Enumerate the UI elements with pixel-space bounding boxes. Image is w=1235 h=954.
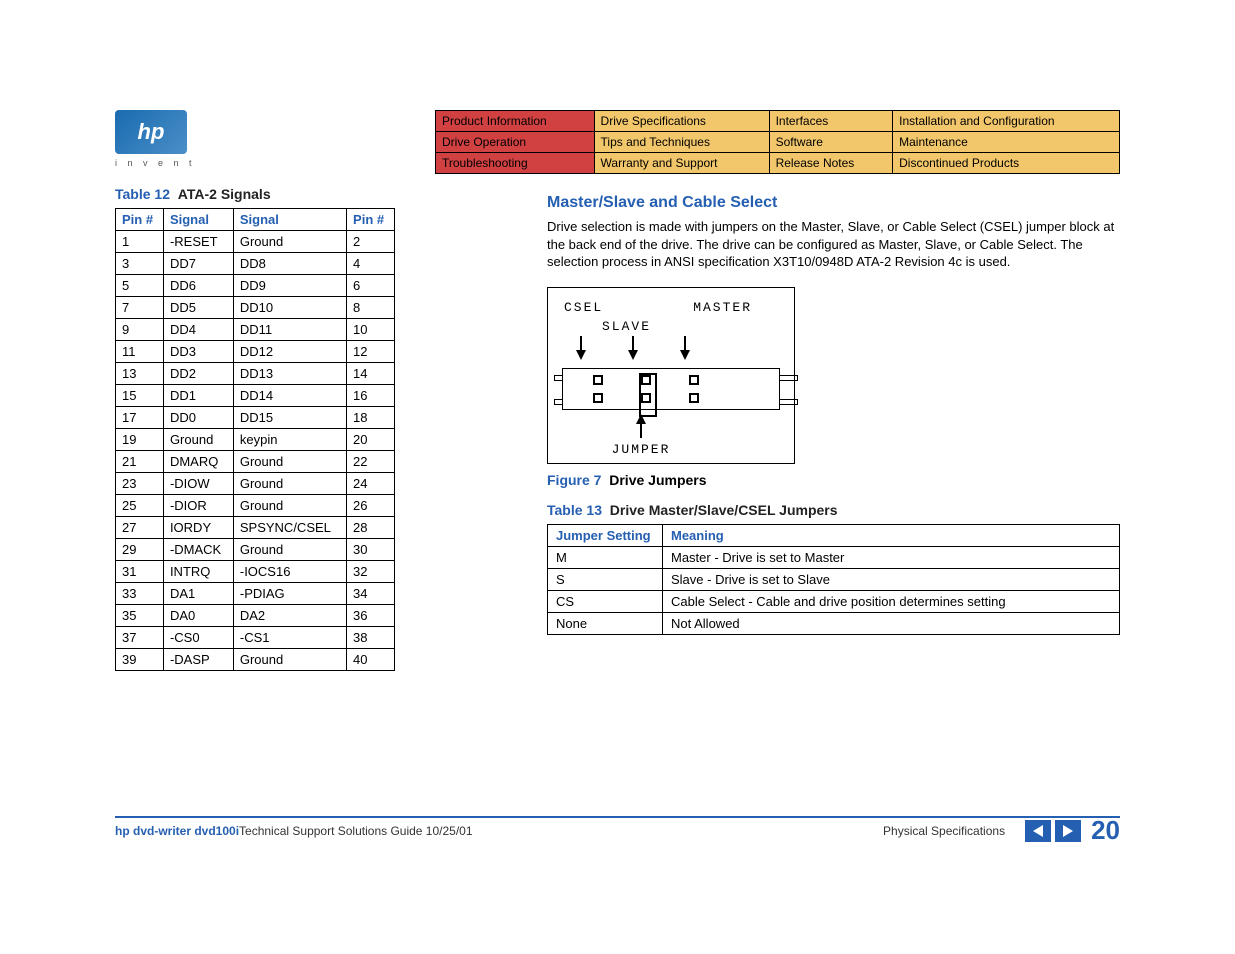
arrow-down-icon	[680, 336, 690, 360]
table-row: 11DD3DD1212	[116, 341, 395, 363]
table-row: CSCable Select - Cable and drive positio…	[548, 590, 1120, 612]
table-row: 15DD1DD1416	[116, 385, 395, 407]
figure-drive-jumpers: CSEL MASTER SLAVE	[547, 287, 795, 464]
table-row: MMaster - Drive is set to Master	[548, 546, 1120, 568]
footer-section: Physical Specifications	[883, 824, 1005, 838]
footer-subtitle: Technical Support Solutions Guide 10/25/…	[239, 824, 473, 838]
nav-link[interactable]: Troubleshooting	[436, 153, 595, 174]
table-row: NoneNot Allowed	[548, 612, 1120, 634]
table13-caption: Table 13 Drive Master/Slave/CSEL Jumpers	[547, 502, 1120, 518]
prev-page-button[interactable]	[1025, 820, 1051, 842]
table-row: 17DD0DD1518	[116, 407, 395, 429]
section-heading: Master/Slave and Cable Select	[547, 194, 1120, 212]
nav-link[interactable]: Tips and Techniques	[594, 132, 769, 153]
nav-link[interactable]: Maintenance	[893, 132, 1120, 153]
table-row: 13DD2DD1314	[116, 363, 395, 385]
label-jumper: JUMPER	[612, 442, 671, 457]
table-row: 39-DASPGround40	[116, 649, 395, 671]
table12-caption: Table 12 ATA-2 Signals	[115, 186, 395, 202]
table-header: Pin #	[347, 209, 395, 231]
table-header: Signal	[233, 209, 346, 231]
table-header: Signal	[163, 209, 233, 231]
table-header: Jumper Setting	[548, 524, 663, 546]
table-row: 25-DIORGround26	[116, 495, 395, 517]
next-page-button[interactable]	[1055, 820, 1081, 842]
label-slave: SLAVE	[602, 319, 651, 334]
table-jumpers: Jumper SettingMeaning MMaster - Drive is…	[547, 524, 1120, 635]
hp-logo: hp i n v e n t	[115, 110, 395, 168]
nav-link[interactable]: Release Notes	[769, 153, 893, 174]
arrow-left-icon	[1033, 825, 1043, 837]
arrow-down-icon	[576, 336, 586, 360]
nav-link[interactable]: Product Information	[436, 111, 595, 132]
arrow-right-icon	[1063, 825, 1073, 837]
nav-link[interactable]: Software	[769, 132, 893, 153]
nav-link[interactable]: Discontinued Products	[893, 153, 1120, 174]
figure7-caption: Figure 7 Drive Jumpers	[547, 472, 1120, 488]
nav-link[interactable]: Drive Specifications	[594, 111, 769, 132]
page-footer: hp dvd-writer dvd100i Technical Support …	[115, 815, 1120, 846]
nav-link[interactable]: Drive Operation	[436, 132, 595, 153]
hp-tagline: i n v e n t	[115, 158, 395, 168]
table-row: 1-RESETGround2	[116, 231, 395, 253]
table-row: SSlave - Drive is set to Slave	[548, 568, 1120, 590]
nav-link[interactable]: Installation and Configuration	[893, 111, 1120, 132]
table-row: 7DD5DD108	[116, 297, 395, 319]
table-row: 5DD6DD96	[116, 275, 395, 297]
page-number: 20	[1091, 815, 1120, 846]
nav-link[interactable]: Warranty and Support	[594, 153, 769, 174]
table-row: 23-DIOWGround24	[116, 473, 395, 495]
jumper-pin-block	[562, 368, 780, 410]
table-row: 33DA1-PDIAG34	[116, 583, 395, 605]
table-row: 19Groundkeypin20	[116, 429, 395, 451]
arrow-up-icon	[636, 414, 646, 438]
footer-title: hp dvd-writer dvd100i	[115, 824, 239, 838]
table-header: Meaning	[663, 524, 1120, 546]
table-row: 31INTRQ-IOCS1632	[116, 561, 395, 583]
table-row: 29-DMACKGround30	[116, 539, 395, 561]
table-ata2-signals: Pin #SignalSignalPin # 1-RESETGround23DD…	[115, 208, 395, 671]
label-csel: CSEL	[564, 300, 603, 315]
table-row: 35DA0DA236	[116, 605, 395, 627]
table-row: 21DMARQGround22	[116, 451, 395, 473]
nav-table: Product InformationDrive SpecificationsI…	[435, 110, 1120, 174]
jumper-installed	[639, 373, 657, 417]
table-row: 9DD4DD1110	[116, 319, 395, 341]
nav-link[interactable]: Interfaces	[769, 111, 893, 132]
table-row: 27IORDYSPSYNC/CSEL28	[116, 517, 395, 539]
table-header: Pin #	[116, 209, 164, 231]
hp-logo-mark: hp	[115, 110, 187, 154]
section-body: Drive selection is made with jumpers on …	[547, 218, 1120, 271]
table-row: 3DD7DD84	[116, 253, 395, 275]
table-row: 37-CS0-CS138	[116, 627, 395, 649]
arrow-down-icon	[628, 336, 638, 360]
label-master: MASTER	[693, 300, 752, 315]
